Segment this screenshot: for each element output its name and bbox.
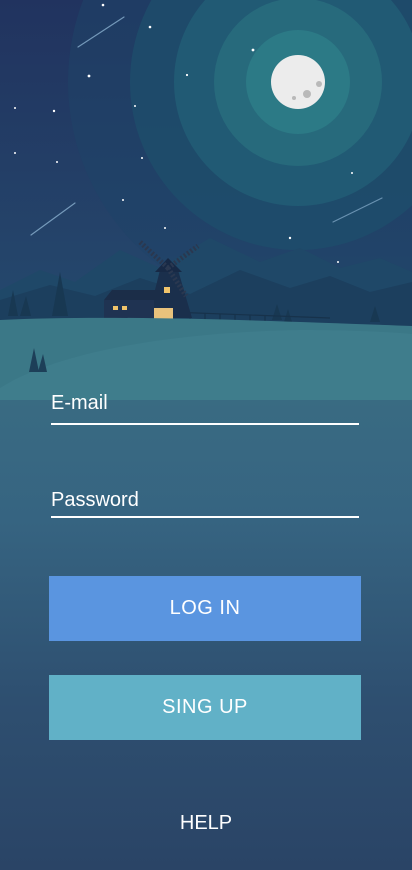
moon-icon — [271, 55, 325, 109]
email-field[interactable] — [51, 390, 359, 416]
password-underline — [51, 516, 359, 518]
login-button[interactable]: LOG IN — [49, 576, 361, 641]
password-field[interactable] — [51, 487, 359, 513]
house-icon — [104, 290, 160, 320]
signup-button[interactable]: SING UP — [49, 675, 361, 740]
night-landscape-illustration — [0, 0, 412, 400]
help-link[interactable]: HELP — [0, 812, 412, 835]
login-screen: LOG IN SING UP HELP — [0, 0, 412, 870]
email-underline — [51, 423, 359, 425]
